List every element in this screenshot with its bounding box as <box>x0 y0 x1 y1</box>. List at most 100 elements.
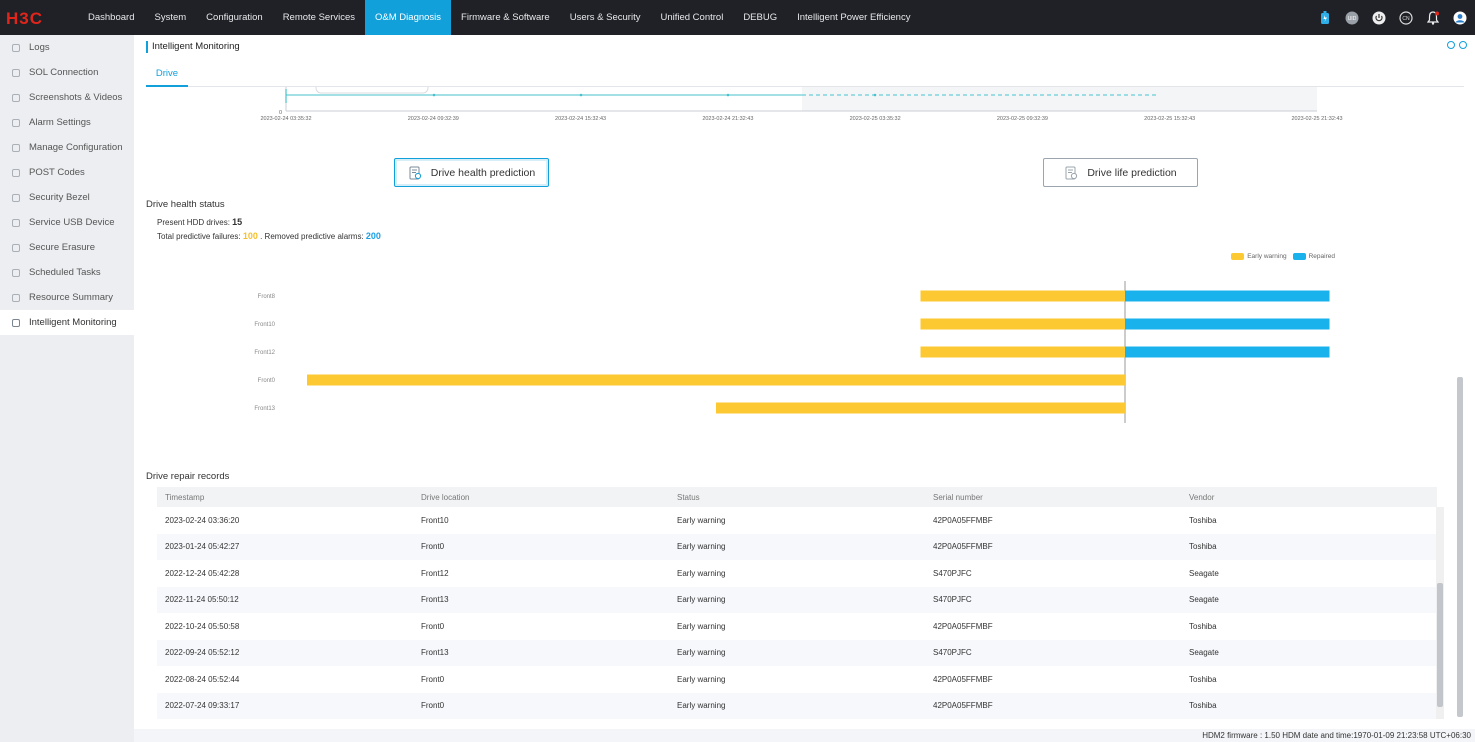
table-row[interactable]: 2022-07-24 09:33:17 Front0 Early warning 42… <box>157 692 1437 719</box>
cell-status: Early warning <box>677 515 726 525</box>
nav-item-firmware-and-software[interactable]: Firmware & Software <box>451 0 560 35</box>
table-row[interactable]: 2022-10-24 05:50:58 Front0 Early warning 42… <box>157 613 1437 640</box>
bar-repaired[interactable] <box>1125 318 1330 330</box>
status-bar: HDM2 firmware : 1.50 HDM date and time:1… <box>134 729 1475 742</box>
sidebar-item-sol-connection[interactable]: SOL Connection <box>0 60 134 85</box>
sidebar-item-label: Screenshots & Videos <box>29 92 123 103</box>
bar-early-warning[interactable] <box>920 290 1126 302</box>
sidebar-item-scheduled-tasks[interactable]: Scheduled Tasks <box>0 260 134 285</box>
cell-vendor: Seagate <box>1189 568 1219 578</box>
sidebar-item-label: Intelligent Monitoring <box>29 317 117 328</box>
drive-health-prediction-label: Drive health prediction <box>430 166 536 179</box>
settings-icon[interactable] <box>1459 41 1467 49</box>
drive-life-prediction-label: Drive life prediction <box>1087 166 1177 179</box>
cell-timestamp: 2022-12-24 05:42:28 <box>165 568 240 578</box>
page-scrollbar-thumb[interactable] <box>1457 377 1463 717</box>
bar-early-warning[interactable] <box>920 346 1126 358</box>
table-row[interactable]: 2022-11-24 05:50:12 Front13 Early warning S… <box>157 586 1437 613</box>
timeline-x-tick-label: 2023-02-24 09:32:39 <box>408 116 459 122</box>
column-header-vendor[interactable]: Vendor <box>1181 493 1431 502</box>
column-header-drive-location[interactable]: Drive location <box>413 493 669 502</box>
refresh-icon[interactable] <box>1447 41 1455 49</box>
sidebar-item-logs[interactable]: Logs <box>0 35 134 60</box>
sidebar-item-label: POST Codes <box>29 167 85 178</box>
nav-item-debug[interactable]: DEBUG <box>733 0 787 35</box>
nav-item-oandm-diagnosis[interactable]: O&M Diagnosis <box>365 0 452 35</box>
legend-swatch-repaired <box>1292 253 1306 260</box>
timeline-x-tick-label: 2023-02-24 21:32:43 <box>702 116 753 122</box>
bar-early-warning[interactable] <box>920 318 1126 330</box>
timeline-point <box>579 93 583 97</box>
tab-bar: Drive <box>146 61 1464 87</box>
timeline-slider-handle[interactable] <box>315 87 429 94</box>
table-row[interactable]: 2022-09-24 05:52:12 Front13 Early warning S… <box>157 639 1437 666</box>
page-title: Intelligent Monitoring <box>146 41 240 53</box>
nav-item-users-and-security[interactable]: Users & Security <box>560 0 651 35</box>
sidebar-item-alarm-settings[interactable]: Alarm Settings <box>0 110 134 135</box>
nav-item-system[interactable]: System <box>144 0 196 35</box>
sidebar-item-service-usb-device[interactable]: Service USB Device <box>0 210 134 235</box>
sidebar-item-post-codes[interactable]: POST Codes <box>0 160 134 185</box>
drive-repair-records-title: Drive repair records <box>146 471 230 482</box>
removed-value: 200 <box>365 231 381 241</box>
cell-drive-location: Front0 <box>421 621 445 631</box>
bar-early-warning[interactable] <box>307 374 1125 386</box>
bar-category-label: Front8 <box>258 294 276 300</box>
battery-icon[interactable] <box>1318 10 1332 25</box>
column-header-timestamp[interactable]: Timestamp <box>157 493 413 502</box>
column-header-status[interactable]: Status <box>669 493 925 502</box>
sidebar-item-intelligent-monitoring[interactable]: Intelligent Monitoring <box>0 310 134 335</box>
uid-icon[interactable]: UID <box>1345 11 1359 25</box>
power-icon[interactable] <box>1372 11 1386 25</box>
table-body: 2023-02-24 03:36:20 Front10 Early warning 4… <box>157 507 1437 719</box>
top-nav-bar: H3C Dashboard System Configuration Remote S… <box>0 0 1475 35</box>
sidebar-item-manage-configuration[interactable]: Manage Configuration <box>0 135 134 160</box>
table-scrollbar[interactable] <box>1436 507 1444 719</box>
user-icon[interactable] <box>1453 11 1467 25</box>
cell-drive-location: Front13 <box>421 648 449 658</box>
bar-repaired[interactable] <box>1125 290 1330 302</box>
sidebar-item-label: Scheduled Tasks <box>29 267 101 278</box>
timeline-point <box>726 93 730 97</box>
table-row[interactable]: 2022-12-24 05:42:28 Front12 Early warning S… <box>157 560 1437 587</box>
bar-repaired[interactable] <box>1125 346 1330 358</box>
secure-erasure-icon <box>12 243 20 252</box>
sidebar-item-secure-erasure[interactable]: Secure Erasure <box>0 235 134 260</box>
drive-health-prediction-button[interactable]: Drive health prediction <box>394 158 549 187</box>
logs-icon <box>12 43 20 52</box>
tab-drive[interactable]: Drive <box>146 61 188 87</box>
bell-icon[interactable] <box>1426 10 1440 25</box>
table-row[interactable]: 2023-02-24 03:36:20 Front10 Early warning 4… <box>157 507 1437 534</box>
legend-repaired[interactable]: Repaired <box>1292 253 1335 260</box>
bar-early-warning[interactable] <box>716 402 1125 414</box>
nav-item-configuration[interactable]: Configuration <box>196 0 273 35</box>
table-row[interactable]: 2023-01-24 05:42:27 Front0 Early warning 42… <box>157 533 1437 560</box>
timeline-x-tick-label: 2023-02-25 09:32:39 <box>997 116 1048 122</box>
legend-swatch-early-warning <box>1231 253 1245 260</box>
sidebar-item-screenshots-and-videos[interactable]: Screenshots & Videos <box>0 85 134 110</box>
cell-status: Early warning <box>677 648 726 658</box>
cell-vendor: Toshiba <box>1189 515 1217 525</box>
sidebar-item-resource-summary[interactable]: Resource Summary <box>0 285 134 310</box>
table-scrollbar-thumb[interactable] <box>1437 583 1443 707</box>
sol-connection-icon <box>12 68 20 77</box>
h3c-logo[interactable]: H3C <box>6 9 58 26</box>
cell-serial-number: S470PJFC <box>933 568 972 578</box>
sidebar-item-label: Service USB Device <box>29 217 115 228</box>
nav-item-intelligent-power-efficiency[interactable]: Intelligent Power Efficiency <box>787 0 920 35</box>
legend-early-warning[interactable]: Early warning <box>1231 253 1287 260</box>
cell-vendor: Toshiba <box>1189 621 1217 631</box>
sidebar-item-label: Resource Summary <box>29 292 113 303</box>
table-row[interactable]: 2022-08-24 05:52:44 Front0 Early warning 42… <box>157 666 1437 693</box>
nav-item-remote-services[interactable]: Remote Services <box>273 0 365 35</box>
timeline-x-tick-label: 2023-02-25 03:35:32 <box>850 116 901 122</box>
cell-timestamp: 2022-09-24 05:52:12 <box>165 648 240 658</box>
drive-life-prediction-button[interactable]: Drive life prediction <box>1043 158 1198 187</box>
nav-item-unified-control[interactable]: Unified Control <box>650 0 733 35</box>
sidebar-item-security-bezel[interactable]: Security Bezel <box>0 185 134 210</box>
language-icon[interactable]: CN <box>1399 10 1413 25</box>
timeline-point <box>873 93 877 97</box>
nav-item-dashboard[interactable]: Dashboard <box>78 0 144 35</box>
page-scrollbar[interactable] <box>1456 87 1464 727</box>
column-header-serial-number[interactable]: Serial number <box>925 493 1181 502</box>
